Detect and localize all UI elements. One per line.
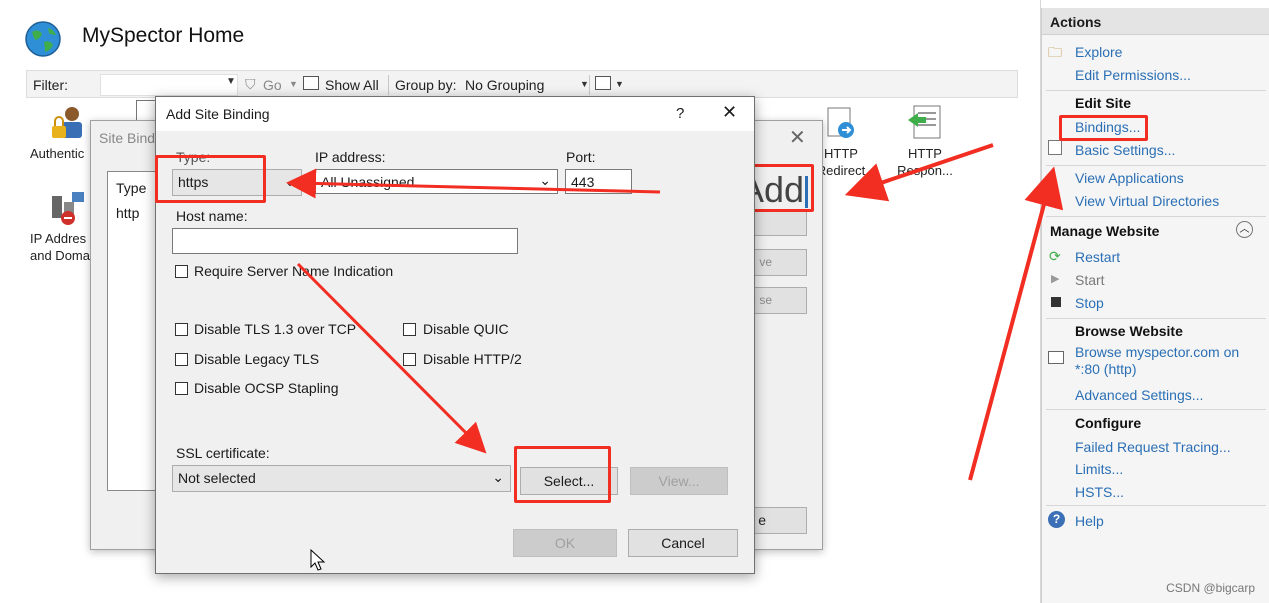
arrow-add-to-type (286, 168, 661, 199)
arrow-bindings-to-add (844, 143, 994, 202)
arrow-to-select (296, 262, 487, 454)
watermark: CSDN @bigcarp (1166, 581, 1255, 595)
arrow-up-to-bindings (968, 166, 1064, 481)
annotation-arrows (286, 143, 1064, 481)
